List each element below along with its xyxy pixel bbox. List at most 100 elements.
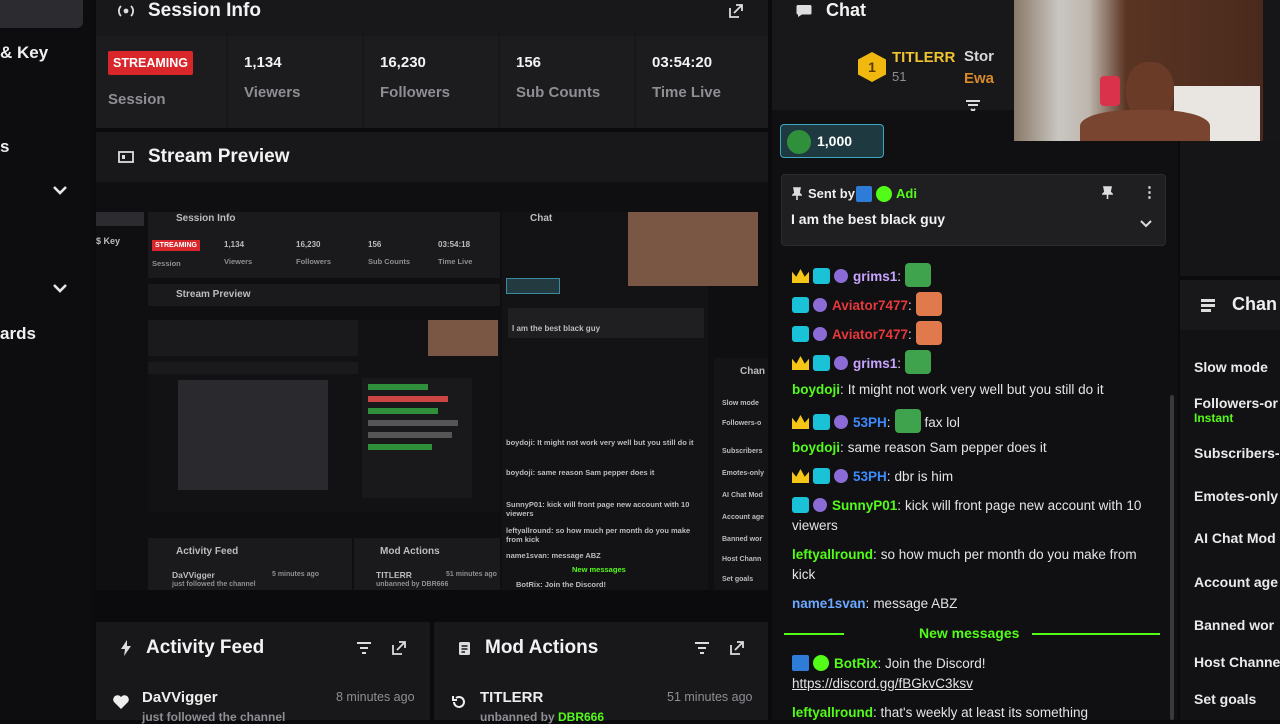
mini-balance: [506, 278, 560, 294]
channel-settings-title: Chan: [1232, 294, 1277, 314]
pinned-message[interactable]: Sent by Adi I am the best black guy ⋮: [781, 174, 1166, 246]
chat-username[interactable]: 53PH: [853, 415, 887, 430]
chevron-down-icon[interactable]: [52, 280, 68, 296]
mini-activity-sub: just followed the channel: [172, 581, 256, 588]
chat-title-row: Chat: [796, 0, 866, 21]
mini-nested-video: [178, 380, 328, 490]
expand-list-icon[interactable]: [965, 99, 981, 111]
setting-subscribers-only[interactable]: Subscribers-: [1194, 445, 1280, 461]
sidebar-item-rewards[interactable]: ards: [0, 324, 36, 344]
chat-username[interactable]: boydoji: [792, 440, 840, 455]
chat-username[interactable]: grims1: [853, 269, 897, 284]
chat-text: It might not work very well but you stil…: [847, 382, 1104, 397]
mini-new-messages: New messages: [572, 565, 626, 574]
mini-streaming-badge: STREAMING: [152, 240, 200, 251]
more-options-icon[interactable]: ⋮: [1142, 183, 1157, 201]
new-messages-label[interactable]: New messages: [919, 625, 1019, 641]
chat-username[interactable]: 53PH: [853, 469, 887, 484]
chat-text: same reason Sam pepper does it: [847, 440, 1047, 455]
mini-chat-text: boydoji: It might not work very well but…: [506, 438, 694, 447]
preview-gap: [96, 182, 768, 212]
session-info-title: Session Info: [148, 0, 261, 21]
mini-setting: Followers-o: [722, 420, 762, 427]
chat-text: message ABZ: [873, 596, 958, 611]
popout-icon[interactable]: [728, 3, 744, 19]
setting-set-goals[interactable]: Set goals: [1194, 691, 1256, 707]
balance-value: 1,000: [817, 133, 853, 149]
mini-activity-user: DaVVigger: [172, 570, 215, 580]
verified-badge-icon: [876, 186, 892, 202]
chat-colon: :: [873, 547, 877, 562]
setting-account-age[interactable]: Account age: [1194, 574, 1278, 590]
activity-user[interactable]: DaVVigger: [142, 689, 218, 706]
mini-nested-session: [148, 320, 358, 356]
undo-icon: [451, 694, 467, 710]
webcam-cup: [1100, 76, 1120, 106]
mini-setting: Subscribers: [722, 448, 763, 455]
mini-preview-title: Stream Preview: [176, 289, 251, 300]
stream-preview-title: Stream Preview: [148, 146, 290, 167]
points-icon: [787, 130, 811, 154]
setting-followers-sub: Instant: [1194, 411, 1234, 425]
leaderboard-second[interactable]: Stor: [964, 48, 994, 65]
setting-banned-words[interactable]: Banned wor: [1194, 617, 1274, 633]
pinned-user[interactable]: Adi: [896, 186, 917, 201]
chat-username[interactable]: name1svan: [792, 596, 866, 611]
mini-chat-line: [368, 444, 432, 450]
chat-colon: :: [877, 656, 886, 671]
pin-icon[interactable]: [1102, 186, 1113, 200]
chat-username[interactable]: Aviator7477: [832, 298, 908, 313]
stat-label: Followers: [380, 84, 451, 101]
setting-ai-chat-mod[interactable]: AI Chat Mod: [1194, 530, 1276, 546]
channel-points-balance[interactable]: 1,000: [780, 124, 884, 158]
emote-icon: [915, 292, 942, 316]
session-label: Session: [108, 91, 166, 108]
mod-sub-user[interactable]: DBR666: [558, 710, 604, 724]
mod-user[interactable]: TITLERR: [480, 689, 543, 706]
chat-colon: :: [865, 596, 870, 611]
chat-username[interactable]: Aviator7477: [832, 327, 908, 342]
mini-chat-line: [368, 432, 452, 438]
new-messages-divider: [1032, 633, 1160, 635]
user-avatar-icon: [834, 415, 848, 429]
setting-followers-only[interactable]: Followers-or: [1194, 395, 1278, 411]
chat-message: BotRix: Join the Discord! https://discor…: [792, 654, 1162, 693]
user-avatar-icon: [834, 469, 848, 483]
chat-username[interactable]: boydoji: [792, 382, 840, 397]
filter-icon[interactable]: [694, 641, 710, 655]
chat-colon: :: [908, 327, 912, 342]
chat-username[interactable]: grims1: [853, 356, 897, 371]
chat-message: 53PH: dbr is him: [792, 467, 1162, 487]
mini-chat-line: [368, 384, 428, 390]
chat-username[interactable]: BotRix: [834, 656, 878, 671]
chevron-down-icon[interactable]: [52, 182, 68, 198]
chat-message: name1svan: message ABZ: [792, 594, 1162, 614]
chat-username[interactable]: leftyallround: [792, 705, 873, 720]
right-top-panel: [1180, 141, 1280, 276]
setting-slow-mode[interactable]: Slow mode: [1194, 359, 1268, 375]
session-info-header: Session Info: [118, 0, 261, 22]
filter-icon[interactable]: [356, 641, 372, 655]
sidebar-item-stream-key[interactable]: & Key: [0, 43, 48, 63]
sidebar-top-item[interactable]: [0, 0, 83, 28]
popout-icon[interactable]: [729, 640, 745, 656]
leaderboard-name[interactable]: TITLERR: [892, 49, 955, 66]
chat-username[interactable]: leftyallround: [792, 547, 873, 562]
popout-icon[interactable]: [391, 640, 407, 656]
mini-activity-panel: Activity Feed DaVVigger just followed th…: [148, 538, 352, 590]
chat-scrollbar[interactable]: [1170, 395, 1174, 720]
chevron-down-icon[interactable]: [1140, 220, 1152, 228]
chat-message: grims1:: [792, 350, 1162, 374]
setting-emotes-only[interactable]: Emotes-only: [1194, 488, 1278, 504]
chat-username[interactable]: SunnyP01: [832, 498, 897, 513]
mini-pinned-text: I am the best black guy: [512, 324, 601, 333]
leaderboard-third[interactable]: Ewa: [964, 70, 994, 87]
chat-text: fax lol: [924, 415, 960, 430]
activity-time: 8 minutes ago: [336, 690, 415, 704]
setting-host-channel[interactable]: Host Channe: [1194, 654, 1280, 670]
stream-preview-video[interactable]: $ Key Session Info STREAMING Session 1,1…: [96, 212, 768, 590]
chat-message: SunnyP01: kick will front page new accoun…: [792, 496, 1162, 535]
sidebar-item-s[interactable]: s: [0, 137, 9, 157]
discord-link[interactable]: https://discord.gg/fBGkvC3ksv: [792, 676, 973, 691]
mini-settings-panel: Chan Slow mode Followers-o Subscribers E…: [714, 358, 768, 590]
